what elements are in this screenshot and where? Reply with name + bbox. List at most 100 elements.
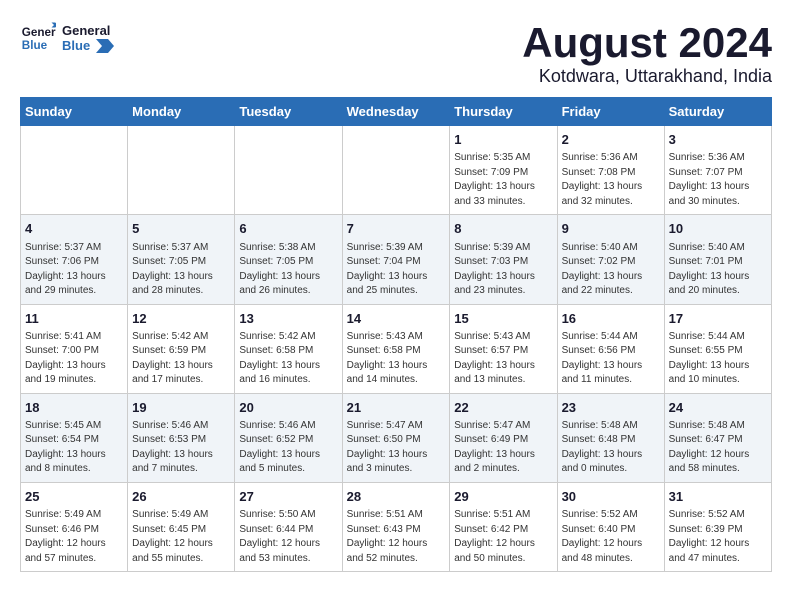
- calendar-cell: 1 Sunrise: 5:35 AMSunset: 7:09 PMDaylight…: [450, 126, 557, 215]
- day-number: 30: [562, 488, 660, 506]
- weekday-header: Thursday: [450, 98, 557, 126]
- svg-text:General: General: [22, 26, 56, 39]
- calendar-cell: [128, 126, 235, 215]
- day-number: 1: [454, 131, 552, 149]
- day-number: 19: [132, 399, 230, 417]
- day-info: Sunrise: 5:47 AMSunset: 6:50 PMDaylight:…: [347, 419, 446, 477]
- calendar-cell: 7 Sunrise: 5:39 AMSunset: 7:04 PMDaylight…: [342, 215, 450, 304]
- weekday-header: Tuesday: [235, 98, 342, 126]
- calendar-cell: 14 Sunrise: 5:43 AMSunset: 6:58 PMDayligh…: [342, 304, 450, 393]
- calendar-cell: 4 Sunrise: 5:37 AMSunset: 7:06 PMDaylight…: [21, 215, 128, 304]
- day-info: Sunrise: 5:48 AMSunset: 6:48 PMDaylight:…: [562, 419, 660, 477]
- calendar-cell: 19 Sunrise: 5:46 AMSunset: 6:53 PMDayligh…: [128, 393, 235, 482]
- day-info: Sunrise: 5:42 AMSunset: 6:59 PMDaylight:…: [132, 330, 230, 388]
- day-number: 21: [347, 399, 446, 417]
- logo-general: General: [62, 23, 114, 38]
- calendar-header: General Blue General Blue August 2024 Ko…: [20, 20, 772, 87]
- day-info: Sunrise: 5:35 AMSunset: 7:09 PMDaylight:…: [454, 151, 552, 209]
- calendar-cell: 17 Sunrise: 5:44 AMSunset: 6:55 PMDayligh…: [664, 304, 771, 393]
- day-number: 23: [562, 399, 660, 417]
- day-info: Sunrise: 5:36 AMSunset: 7:07 PMDaylight:…: [669, 151, 767, 209]
- calendar-cell: 29 Sunrise: 5:51 AMSunset: 6:42 PMDayligh…: [450, 482, 557, 571]
- day-info: Sunrise: 5:46 AMSunset: 6:53 PMDaylight:…: [132, 419, 230, 477]
- day-info: Sunrise: 5:42 AMSunset: 6:58 PMDaylight:…: [239, 330, 337, 388]
- calendar-cell: 9Sunrise: 5:40 AMSunset: 7:02 PMDaylight…: [557, 215, 664, 304]
- logo-icon: General Blue: [20, 20, 56, 56]
- day-info: Sunrise: 5:36 AMSunset: 7:08 PMDaylight:…: [562, 151, 660, 209]
- day-info: Sunrise: 5:40 AMSunset: 7:01 PMDaylight:…: [669, 241, 767, 299]
- day-info: Sunrise: 5:39 AMSunset: 7:03 PMDaylight:…: [454, 241, 552, 299]
- calendar-cell: 22 Sunrise: 5:47 AMSunset: 6:49 PMDayligh…: [450, 393, 557, 482]
- calendar-week-row: 25Sunrise: 5:49 AMSunset: 6:46 PMDayligh…: [21, 482, 772, 571]
- day-number: 27: [239, 488, 337, 506]
- calendar-cell: 11 Sunrise: 5:41 AMSunset: 7:00 PMDayligh…: [21, 304, 128, 393]
- day-info: Sunrise: 5:46 AMSunset: 6:52 PMDaylight:…: [239, 419, 337, 477]
- calendar-cell: 13Sunrise: 5:42 AMSunset: 6:58 PMDayligh…: [235, 304, 342, 393]
- day-number: 18: [25, 399, 123, 417]
- day-info: Sunrise: 5:51 AMSunset: 6:43 PMDaylight:…: [347, 508, 446, 566]
- day-number: 26: [132, 488, 230, 506]
- day-info: Sunrise: 5:50 AMSunset: 6:44 PMDaylight:…: [239, 508, 337, 566]
- day-info: Sunrise: 5:43 AMSunset: 6:58 PMDaylight:…: [347, 330, 446, 388]
- day-number: 31: [669, 488, 767, 506]
- weekday-header: Monday: [128, 98, 235, 126]
- day-info: Sunrise: 5:51 AMSunset: 6:42 PMDaylight:…: [454, 508, 552, 566]
- day-info: Sunrise: 5:52 AMSunset: 6:39 PMDaylight:…: [669, 508, 767, 566]
- calendar-title: August 2024: [522, 20, 772, 66]
- day-number: 8: [454, 220, 552, 238]
- calendar-cell: 23 Sunrise: 5:48 AMSunset: 6:48 PMDayligh…: [557, 393, 664, 482]
- day-number: 17: [669, 310, 767, 328]
- day-number: 12: [132, 310, 230, 328]
- day-info: Sunrise: 5:37 AMSunset: 7:05 PMDaylight:…: [132, 241, 230, 299]
- day-number: 4: [25, 220, 123, 238]
- calendar-cell: 15 Sunrise: 5:43 AMSunset: 6:57 PMDayligh…: [450, 304, 557, 393]
- calendar-cell: 27 Sunrise: 5:50 AMSunset: 6:44 PMDayligh…: [235, 482, 342, 571]
- day-info: Sunrise: 5:43 AMSunset: 6:57 PMDaylight:…: [454, 330, 552, 388]
- calendar-table: SundayMondayTuesdayWednesdayThursdayFrid…: [20, 97, 772, 572]
- weekday-header: Friday: [557, 98, 664, 126]
- day-number: 14: [347, 310, 446, 328]
- day-info: Sunrise: 5:38 AMSunset: 7:05 PMDaylight:…: [239, 241, 337, 299]
- calendar-cell: 5 Sunrise: 5:37 AMSunset: 7:05 PMDaylight…: [128, 215, 235, 304]
- weekday-header: Sunday: [21, 98, 128, 126]
- day-number: 15: [454, 310, 552, 328]
- day-info: Sunrise: 5:37 AMSunset: 7:06 PMDaylight:…: [25, 241, 123, 299]
- day-number: 3: [669, 131, 767, 149]
- calendar-cell: [21, 126, 128, 215]
- calendar-cell: 3 Sunrise: 5:36 AMSunset: 7:07 PMDaylight…: [664, 126, 771, 215]
- day-info: Sunrise: 5:45 AMSunset: 6:54 PMDaylight:…: [25, 419, 123, 477]
- day-info: Sunrise: 5:40 AMSunset: 7:02 PMDaylight:…: [562, 241, 660, 299]
- calendar-cell: 20 Sunrise: 5:46 AMSunset: 6:52 PMDayligh…: [235, 393, 342, 482]
- day-info: Sunrise: 5:47 AMSunset: 6:49 PMDaylight:…: [454, 419, 552, 477]
- calendar-cell: 30Sunrise: 5:52 AMSunset: 6:40 PMDayligh…: [557, 482, 664, 571]
- day-number: 6: [239, 220, 337, 238]
- day-number: 7: [347, 220, 446, 238]
- day-info: Sunrise: 5:39 AMSunset: 7:04 PMDaylight:…: [347, 241, 446, 299]
- calendar-cell: [342, 126, 450, 215]
- day-number: 16: [562, 310, 660, 328]
- day-number: 2: [562, 131, 660, 149]
- title-area: August 2024 Kotdwara, Uttarakhand, India: [522, 20, 772, 87]
- calendar-header-row: SundayMondayTuesdayWednesdayThursdayFrid…: [21, 98, 772, 126]
- calendar-cell: 31 Sunrise: 5:52 AMSunset: 6:39 PMDayligh…: [664, 482, 771, 571]
- calendar-cell: 10Sunrise: 5:40 AMSunset: 7:01 PMDayligh…: [664, 215, 771, 304]
- day-number: 20: [239, 399, 337, 417]
- calendar-week-row: 18 Sunrise: 5:45 AMSunset: 6:54 PMDayligh…: [21, 393, 772, 482]
- calendar-week-row: 4 Sunrise: 5:37 AMSunset: 7:06 PMDaylight…: [21, 215, 772, 304]
- day-number: 22: [454, 399, 552, 417]
- day-info: Sunrise: 5:49 AMSunset: 6:46 PMDaylight:…: [25, 508, 123, 566]
- day-number: 29: [454, 488, 552, 506]
- day-info: Sunrise: 5:41 AMSunset: 7:00 PMDaylight:…: [25, 330, 123, 388]
- calendar-cell: 25Sunrise: 5:49 AMSunset: 6:46 PMDayligh…: [21, 482, 128, 571]
- day-info: Sunrise: 5:48 AMSunset: 6:47 PMDaylight:…: [669, 419, 767, 477]
- calendar-cell: 26Sunrise: 5:49 AMSunset: 6:45 PMDayligh…: [128, 482, 235, 571]
- day-number: 11: [25, 310, 123, 328]
- svg-text:Blue: Blue: [22, 39, 48, 52]
- day-number: 5: [132, 220, 230, 238]
- day-number: 28: [347, 488, 446, 506]
- day-info: Sunrise: 5:44 AMSunset: 6:55 PMDaylight:…: [669, 330, 767, 388]
- calendar-cell: 16Sunrise: 5:44 AMSunset: 6:56 PMDayligh…: [557, 304, 664, 393]
- logo: General Blue General Blue: [20, 20, 114, 56]
- logo-arrow-icon: [96, 39, 114, 53]
- calendar-body: 1 Sunrise: 5:35 AMSunset: 7:09 PMDaylight…: [21, 126, 772, 572]
